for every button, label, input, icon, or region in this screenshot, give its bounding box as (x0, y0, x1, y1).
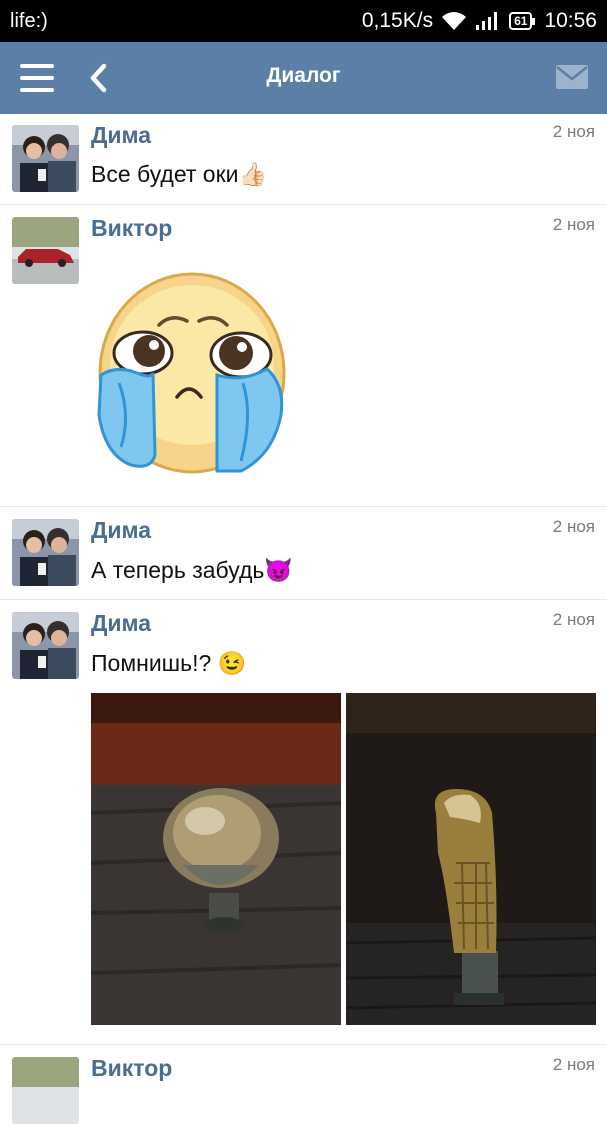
thumbs-up-emoji: 👍🏻 (238, 161, 268, 187)
avatar[interactable] (12, 217, 79, 284)
devil-emoji: 😈 (264, 557, 293, 583)
message-item[interactable]: Виктор 2 ноя (0, 205, 607, 507)
wink-emoji: 😉 (217, 650, 247, 676)
message-date: 2 ноя (552, 122, 595, 141)
signal-icon (476, 12, 498, 30)
message-date: 2 ноя (552, 215, 595, 234)
author-name[interactable]: Дима (91, 122, 151, 149)
author-name[interactable]: Дима (91, 517, 151, 544)
avatar[interactable] (12, 1057, 79, 1124)
author-name[interactable]: Дима (91, 610, 151, 637)
page-title: Диалог (266, 64, 341, 87)
message-text: А теперь забудь😈 (91, 557, 293, 583)
message-date: 2 ноя (552, 610, 595, 629)
photo-attachment[interactable] (91, 693, 341, 1025)
message-item[interactable]: Дима 2 ноя Все будет оки👍🏻 (0, 114, 607, 205)
photo-attachment[interactable] (346, 693, 596, 1025)
avatar[interactable] (12, 519, 79, 586)
author-name[interactable]: Виктор (91, 1055, 172, 1082)
app-bar: Диалог (0, 42, 607, 114)
message-text: Все будет оки👍🏻 (91, 161, 268, 187)
author-name[interactable]: Виктор (91, 215, 172, 242)
message-date: 2 ноя (552, 1055, 595, 1074)
message-text: Помнишь!? 😉 (91, 650, 247, 676)
mail-icon[interactable] (555, 64, 589, 90)
carrier-name: life:) (10, 10, 48, 32)
crying-face-sticker[interactable] (91, 265, 293, 481)
message-item[interactable]: Виктор 2 ноя (0, 1045, 607, 1124)
avatar[interactable] (12, 612, 79, 679)
status-bar: life:) 0,15K/s 61 10:56 (0, 0, 607, 42)
message-item[interactable]: Дима 2 ноя Помнишь!? 😉 (0, 600, 607, 1045)
message-date: 2 ноя (552, 517, 595, 536)
wifi-icon (442, 12, 467, 30)
avatar[interactable] (12, 125, 79, 192)
clock: 10:56 (544, 9, 597, 32)
network-speed: 0,15K/s (361, 9, 434, 32)
battery-icon: 61 (509, 12, 536, 30)
message-item[interactable]: Дима 2 ноя А теперь забудь😈 (0, 507, 607, 600)
